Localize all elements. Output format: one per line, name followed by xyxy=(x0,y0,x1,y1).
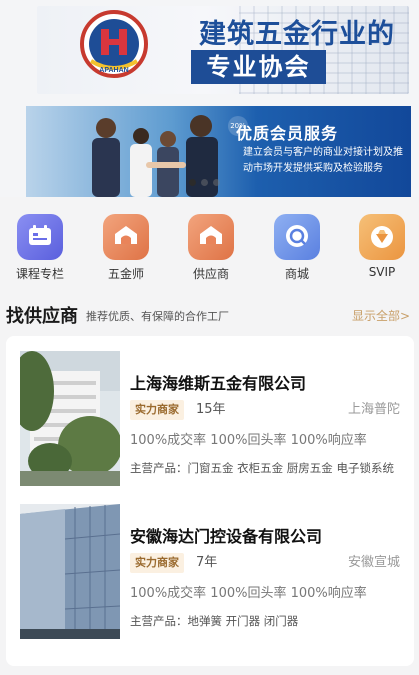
mall-icon xyxy=(274,214,320,260)
association-banner[interactable]: APAHAN 建筑五金行业的 专业协会 xyxy=(37,6,409,94)
category-label: 供应商 xyxy=(192,267,229,281)
category-svip[interactable]: SVIP xyxy=(347,214,417,279)
category-hardware-master[interactable]: 五金师 xyxy=(91,214,161,282)
section-subtitle: 推荐优质、有保障的合作工厂 xyxy=(86,310,229,323)
carousel-dot[interactable] xyxy=(201,179,208,186)
supplier-products: 主营产品：门窗五金 衣柜五金 厨房五金 电子锁系统 xyxy=(130,461,394,475)
member-service-desc: 建立会员与客户的商业对接计划及推动市场开发提供采购及检验服务 xyxy=(243,147,403,174)
section-title: 找供应商 xyxy=(6,306,78,327)
supplier-icon xyxy=(188,214,234,260)
banner-headline: 建筑五金行业的 xyxy=(199,19,395,50)
category-nav: 课程专栏 五金师 供应商 商城 SVIP xyxy=(0,214,419,284)
logo-text: APAHAN xyxy=(99,67,128,74)
factory-photo xyxy=(20,504,120,639)
supplier-rates: 100%成交率 100%回头率 100%响应率 xyxy=(130,433,367,448)
supplier-name[interactable]: 安徽海达门控设备有限公司 xyxy=(130,523,322,547)
carousel-dot[interactable] xyxy=(189,179,196,186)
category-course[interactable]: 课程专栏 xyxy=(5,214,75,282)
supplier-products: 主营产品：地弹簧 开门器 闭门器 xyxy=(130,614,299,628)
category-label: 课程专栏 xyxy=(15,267,64,281)
supplier-item[interactable]: 上海海维斯五金有限公司 实力商家 15年 上海普陀 100%成交率 100%回头… xyxy=(6,351,414,491)
association-logo-icon: APAHAN xyxy=(80,10,148,78)
supplier-years: 15年 xyxy=(196,402,226,417)
supplier-list: 上海海维斯五金有限公司 实力商家 15年 上海普陀 100%成交率 100%回头… xyxy=(6,336,414,666)
category-label: 五金师 xyxy=(107,267,144,281)
factory-photo xyxy=(20,351,120,486)
carousel-indicator xyxy=(189,179,220,186)
supplier-name[interactable]: 上海海维斯五金有限公司 xyxy=(130,370,306,394)
supplier-location: 安徽宣城 xyxy=(347,555,400,570)
hardware-master-icon xyxy=(103,214,149,260)
category-label: 商城 xyxy=(284,267,309,281)
strength-badge: 实力商家 xyxy=(130,553,184,573)
supplier-location: 上海普陀 xyxy=(347,402,400,417)
course-icon xyxy=(17,214,63,260)
svip-diamond-icon xyxy=(359,214,405,260)
member-service-title: 优质会员服务 xyxy=(236,124,339,143)
banner-subheadline: 专业协会 xyxy=(191,50,326,84)
supplier-years: 7年 xyxy=(196,555,218,570)
category-label: SVIP xyxy=(368,265,396,279)
category-mall[interactable]: 商城 xyxy=(262,214,332,282)
hero-carousel[interactable]: APAHAN 建筑五金行业的 专业协会 20% 优质会员服务 建立会员与客户的商… xyxy=(0,0,419,197)
strength-badge: 实力商家 xyxy=(130,400,184,420)
supplier-item[interactable]: 安徽海达门控设备有限公司 实力商家 7年 安徽宣城 100%成交率 100%回头… xyxy=(6,504,414,644)
category-supplier[interactable]: 供应商 xyxy=(176,214,246,282)
carousel-dot[interactable] xyxy=(213,179,220,186)
show-all-link[interactable]: 显示全部> xyxy=(352,307,410,324)
supplier-rates: 100%成交率 100%回头率 100%响应率 xyxy=(130,586,367,601)
